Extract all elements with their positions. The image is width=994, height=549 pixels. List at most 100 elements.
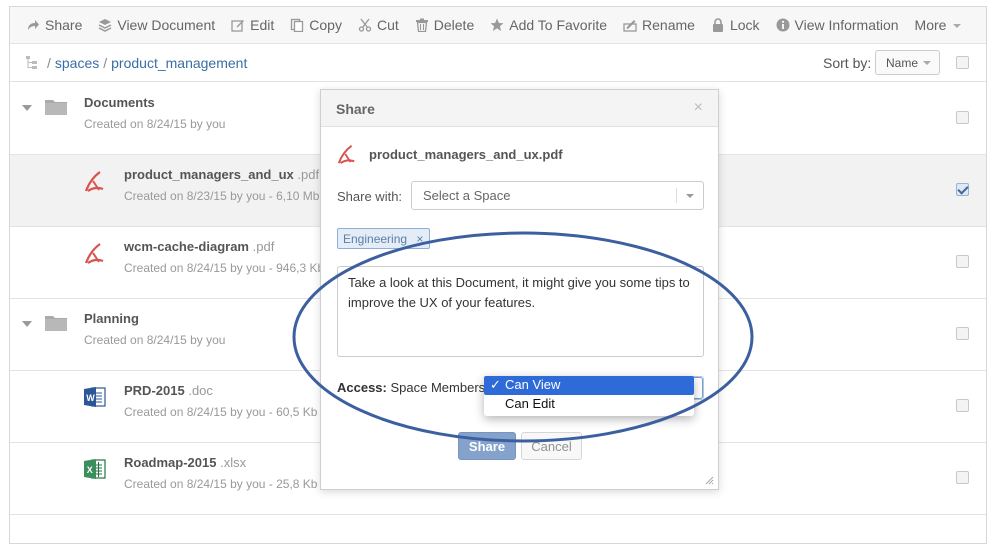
rename-action[interactable]: Rename	[623, 17, 695, 33]
action-toolbar: Share View Document Edit Copy Cut Delete…	[10, 7, 986, 44]
add-to-favorite-label: Add To Favorite	[509, 17, 608, 33]
option-label: Can Edit	[505, 396, 555, 411]
folder-icon	[45, 100, 67, 115]
option-can-edit[interactable]: Can Edit	[484, 395, 694, 414]
item-extension: .pdf	[297, 167, 320, 182]
breadcrumb-bar: / spaces / product_management Sort by: N…	[10, 44, 986, 82]
share-action[interactable]: Share	[26, 17, 82, 33]
pdf-file-icon	[84, 171, 104, 192]
item-name[interactable]: PRD-2015 .doc	[124, 383, 213, 398]
access-target: Space Members	[390, 380, 486, 395]
sort-select-value: Name	[886, 56, 919, 70]
lock-label: Lock	[729, 17, 760, 33]
item-name-text: Planning	[84, 311, 139, 326]
expand-toggle-icon[interactable]	[22, 321, 32, 327]
message-textarea[interactable]: Take a look at this Document, it might g…	[337, 266, 704, 357]
copy-label: Copy	[309, 17, 342, 33]
row-checkbox[interactable]	[956, 471, 969, 484]
shared-file-name: product_managers_and_ux.pdf	[369, 147, 563, 162]
remove-tag-icon[interactable]: ×	[416, 232, 423, 246]
item-name[interactable]: product_managers_and_ux .pdf	[124, 167, 319, 182]
row-checkbox[interactable]	[956, 255, 969, 268]
item-meta: Created on 8/24/15 by you - 60,5 Kb	[124, 405, 318, 419]
svg-text:W: W	[86, 393, 95, 403]
delete-action[interactable]: Delete	[415, 17, 474, 33]
breadcrumb-spaces[interactable]: spaces	[55, 55, 99, 71]
add-to-favorite-action[interactable]: Add To Favorite	[490, 17, 607, 33]
share-action-label: Share	[45, 17, 83, 33]
info-icon	[776, 18, 790, 32]
share-button[interactable]: Share	[458, 432, 516, 460]
share-icon	[26, 18, 40, 32]
space-tag: Engineering ×	[337, 228, 431, 249]
rename-icon	[623, 18, 637, 32]
edit-icon	[231, 18, 245, 32]
select-all-checkbox[interactable]	[956, 56, 969, 69]
svg-text:X: X	[87, 465, 93, 475]
view-document-label: View Document	[117, 17, 216, 33]
item-extension: .doc	[188, 383, 213, 398]
access-label: Access:	[337, 380, 387, 395]
resize-handle-icon[interactable]	[704, 475, 714, 485]
item-name[interactable]: Roadmap-2015 .xlsx	[124, 455, 246, 470]
share-dialog: Share × product_managers_and_ux.pdf Shar…	[320, 89, 719, 490]
dialog-title: Share	[336, 101, 375, 117]
row-checkbox[interactable]	[956, 399, 969, 412]
pdf-file-icon	[84, 243, 104, 264]
word-file-icon: W	[84, 387, 106, 407]
tree-icon[interactable]	[26, 55, 38, 70]
folder-icon	[45, 316, 67, 331]
trash-icon	[415, 18, 429, 32]
more-menu[interactable]: More	[915, 17, 962, 33]
space-tag-label: Engineering	[343, 232, 408, 246]
breadcrumb-separator: /	[47, 54, 51, 71]
item-name[interactable]: Documents	[84, 95, 155, 110]
item-name-text: wcm-cache-diagram	[124, 239, 249, 254]
cut-label: Cut	[376, 17, 399, 33]
more-label: More	[914, 17, 947, 33]
copy-action[interactable]: Copy	[290, 17, 342, 33]
edit-label: Edit	[250, 17, 275, 33]
item-name[interactable]: wcm-cache-diagram .pdf	[124, 239, 274, 254]
cut-action[interactable]: Cut	[358, 17, 399, 33]
dialog-header: Share ×	[321, 90, 718, 127]
option-can-view[interactable]: ✓ Can View	[484, 376, 694, 395]
expand-toggle-icon[interactable]	[22, 105, 32, 111]
cancel-button[interactable]: Cancel	[521, 432, 582, 460]
view-information-action[interactable]: View Information	[776, 17, 899, 33]
chevron-down-icon	[923, 61, 931, 65]
space-select[interactable]: Select a Space	[411, 181, 704, 210]
permission-select-arrow[interactable]	[694, 377, 703, 399]
item-extension: .pdf	[252, 239, 275, 254]
breadcrumb-product-management[interactable]: product_management	[111, 55, 247, 71]
item-meta: Created on 8/24/15 by you	[84, 117, 226, 131]
item-meta: Created on 8/24/15 by you - 946,3 Kb	[124, 261, 325, 275]
view-information-label: View Information	[794, 17, 899, 33]
row-checkbox[interactable]	[956, 183, 969, 196]
rename-label: Rename	[642, 17, 695, 33]
lock-icon	[711, 18, 725, 32]
item-meta: Created on 8/24/15 by you - 25,8 Kb	[124, 477, 318, 491]
sort-by-label: Sort by:	[823, 55, 872, 71]
chevron-down-icon	[686, 194, 694, 198]
pdf-file-icon	[337, 145, 355, 164]
item-name-text: Roadmap-2015	[124, 455, 217, 470]
row-checkbox[interactable]	[956, 111, 969, 124]
view-document-action[interactable]: View Document	[98, 17, 215, 33]
star-icon	[490, 18, 504, 32]
sort-select[interactable]: Name	[875, 50, 940, 75]
checkmark-icon: ✓	[490, 377, 501, 392]
item-extension: .xlsx	[220, 455, 247, 470]
item-name-text: PRD-2015	[124, 383, 185, 398]
option-label: Can View	[505, 377, 561, 392]
item-name-text: Documents	[84, 95, 155, 110]
space-select-placeholder: Select a Space	[423, 188, 511, 203]
item-meta: Created on 8/24/15 by you	[84, 333, 226, 347]
item-name[interactable]: Planning	[84, 311, 139, 326]
lock-action[interactable]: Lock	[711, 17, 760, 33]
edit-action[interactable]: Edit	[231, 17, 274, 33]
breadcrumb-separator: /	[103, 54, 108, 71]
share-with-label: Share with:	[337, 189, 403, 204]
close-icon[interactable]: ×	[694, 99, 703, 117]
row-checkbox[interactable]	[956, 327, 969, 340]
